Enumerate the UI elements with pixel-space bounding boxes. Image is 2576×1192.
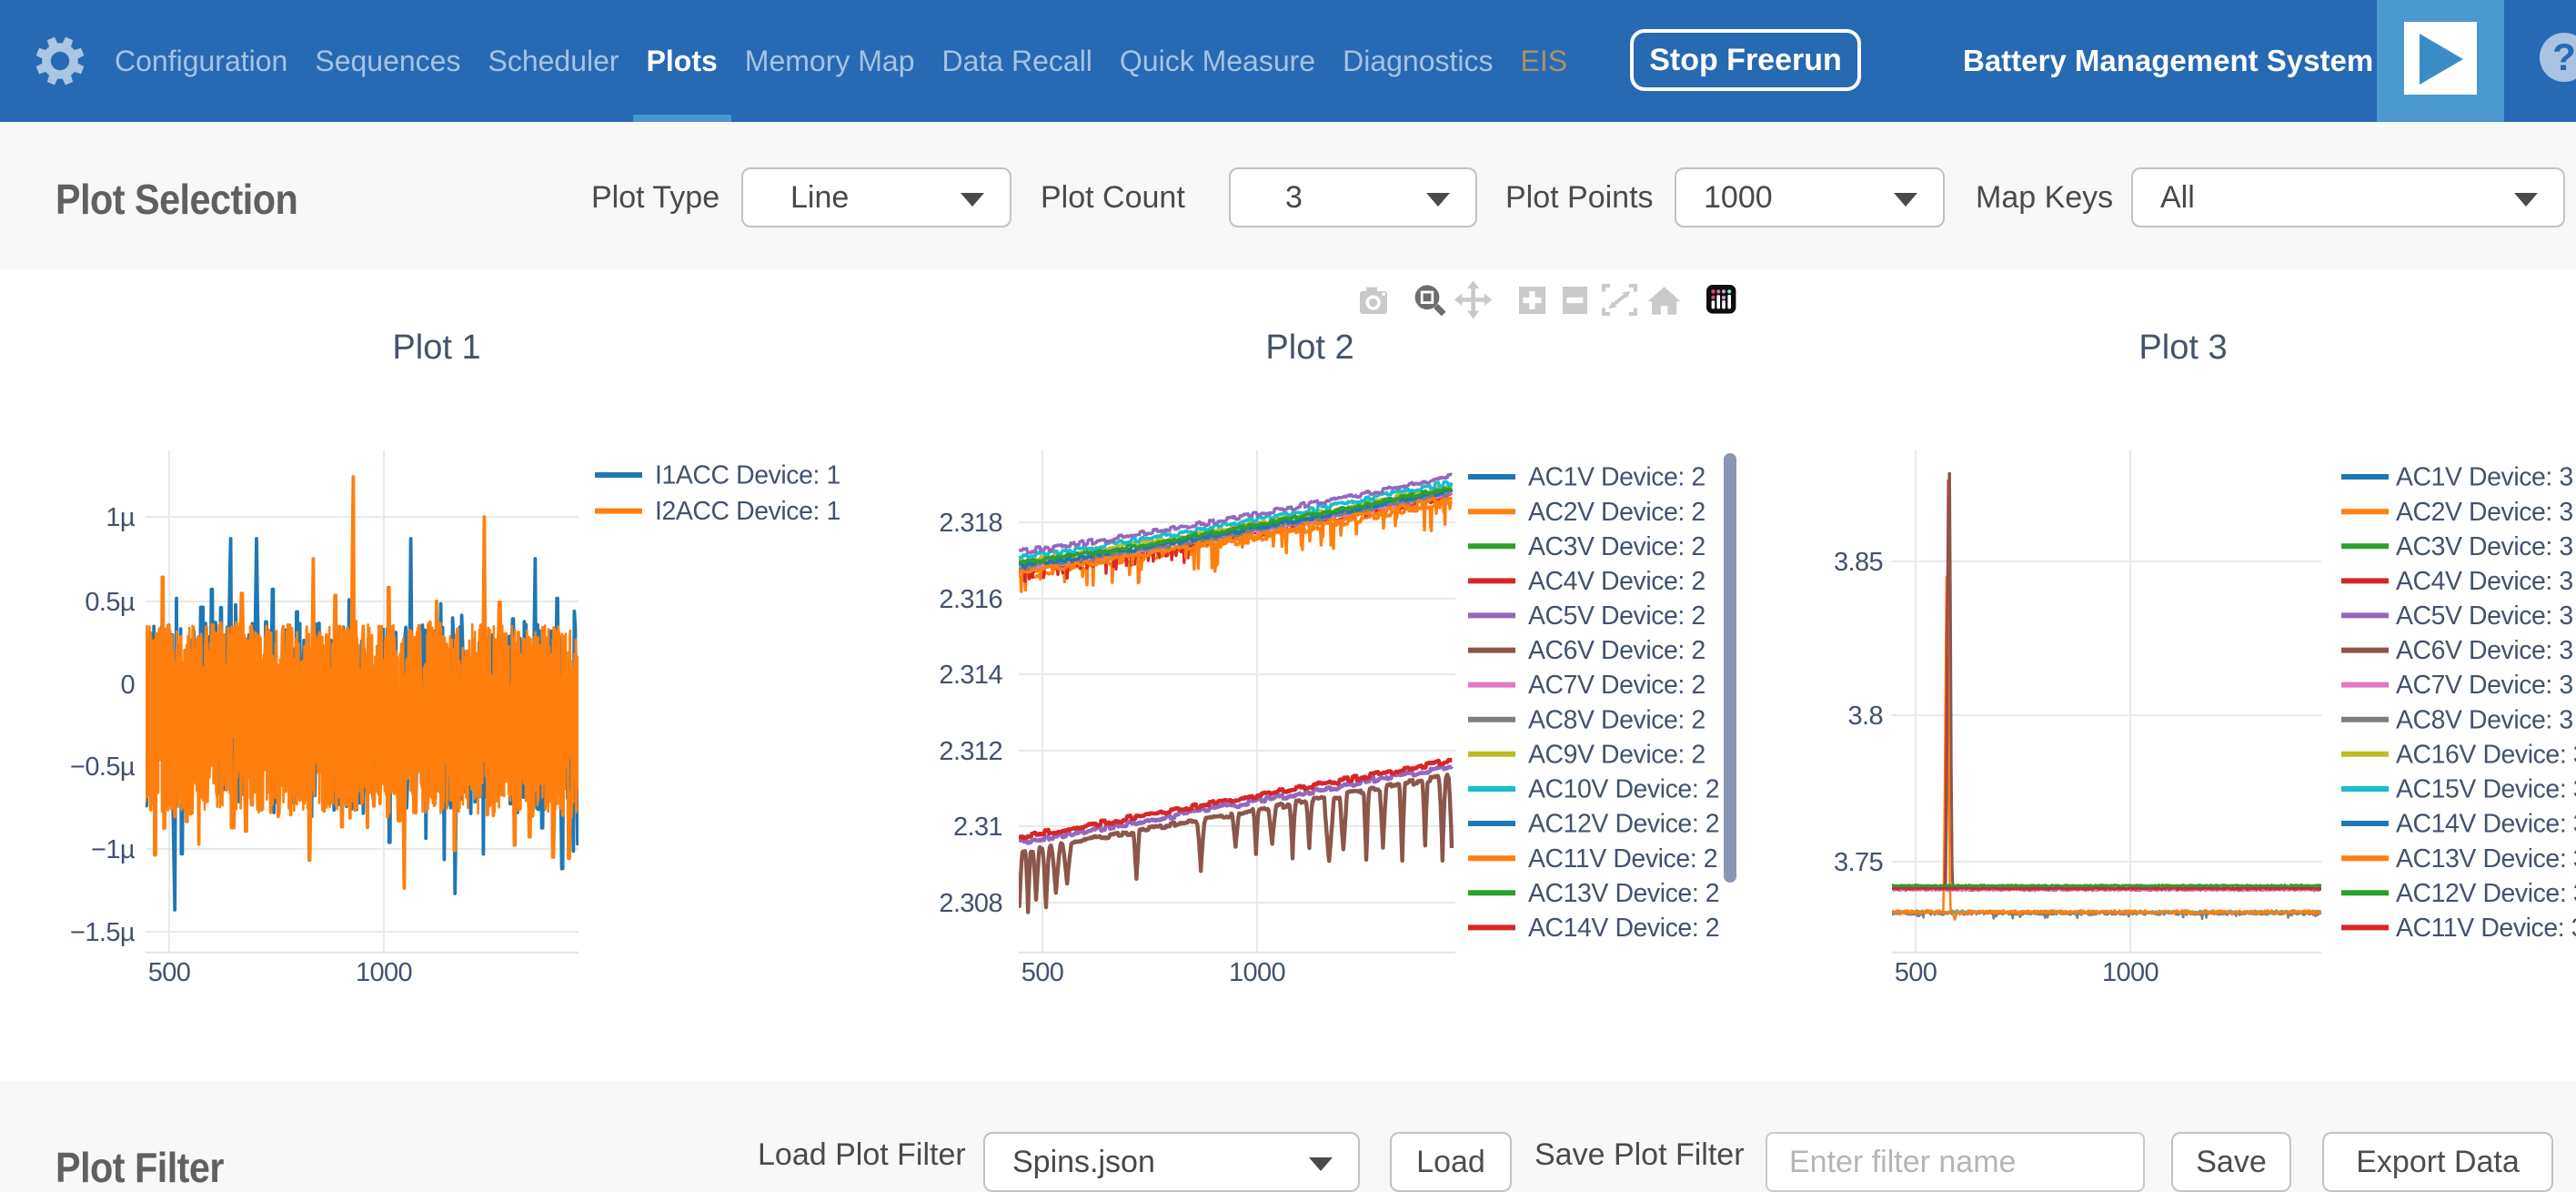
svg-text:AC16V Device: 3: AC16V Device: 3 <box>2396 740 2576 769</box>
svg-text:AC11V Device: 3: AC11V Device: 3 <box>2396 914 2576 943</box>
svg-text:−0.5µ: −0.5µ <box>70 753 136 782</box>
svg-text:2.312: 2.312 <box>939 737 1002 766</box>
svg-text:AC3V Device: 2: AC3V Device: 2 <box>1528 532 1706 561</box>
svg-text:1000: 1000 <box>1229 958 1285 987</box>
svg-text:1µ: 1µ <box>106 503 136 532</box>
svg-text:Plot 2: Plot 2 <box>1265 328 1353 367</box>
svg-text:AC14V Device: 2: AC14V Device: 2 <box>1528 914 1719 943</box>
svg-text:AC12V Device: 2: AC12V Device: 2 <box>1528 810 1719 839</box>
svg-text:Plot 3: Plot 3 <box>2138 328 2227 367</box>
svg-text:AC6V Device: 3: AC6V Device: 3 <box>2396 636 2573 665</box>
svg-text:AC1V Device: 3: AC1V Device: 3 <box>2396 463 2573 492</box>
svg-text:1000: 1000 <box>356 958 412 987</box>
svg-text:AC15V Device: 3: AC15V Device: 3 <box>2396 775 2576 804</box>
svg-text:I1ACC Device: 1: I1ACC Device: 1 <box>655 461 840 490</box>
svg-text:AC7V Device: 3: AC7V Device: 3 <box>2396 671 2573 700</box>
svg-text:AC8V Device: 2: AC8V Device: 2 <box>1528 705 1706 734</box>
svg-text:1000: 1000 <box>2102 958 2158 987</box>
svg-text:2.31: 2.31 <box>953 813 1002 842</box>
svg-text:AC14V Device: 3: AC14V Device: 3 <box>2396 810 2576 839</box>
svg-text:AC3V Device: 3: AC3V Device: 3 <box>2396 532 2573 561</box>
svg-text:AC13V Device: 3: AC13V Device: 3 <box>2396 844 2576 874</box>
svg-text:500: 500 <box>148 958 191 987</box>
svg-text:AC2V Device: 2: AC2V Device: 2 <box>1528 498 1706 527</box>
svg-text:AC8V Device: 3: AC8V Device: 3 <box>2396 705 2573 734</box>
svg-text:0.5µ: 0.5µ <box>85 588 136 617</box>
svg-text:AC2V Device: 3: AC2V Device: 3 <box>2396 498 2573 527</box>
svg-text:I2ACC Device: 1: I2ACC Device: 1 <box>655 497 840 526</box>
svg-text:AC10V Device: 2: AC10V Device: 2 <box>1528 775 1719 804</box>
svg-text:2.318: 2.318 <box>939 509 1002 538</box>
svg-text:2.308: 2.308 <box>939 889 1002 918</box>
svg-text:AC4V Device: 2: AC4V Device: 2 <box>1528 567 1706 596</box>
svg-text:AC1V Device: 2: AC1V Device: 2 <box>1528 463 1706 492</box>
svg-text:−1µ: −1µ <box>91 835 136 864</box>
svg-text:AC5V Device: 2: AC5V Device: 2 <box>1528 601 1706 631</box>
svg-text:2.316: 2.316 <box>939 585 1002 614</box>
svg-text:AC4V Device: 3: AC4V Device: 3 <box>2396 567 2573 596</box>
svg-text:2.314: 2.314 <box>939 661 1002 690</box>
svg-text:Plot 1: Plot 1 <box>392 328 480 367</box>
svg-text:−1.5µ: −1.5µ <box>70 918 136 947</box>
svg-text:500: 500 <box>1021 958 1064 987</box>
svg-text:500: 500 <box>1895 958 1937 987</box>
svg-text:3.75: 3.75 <box>1834 848 1883 877</box>
svg-text:3.85: 3.85 <box>1834 548 1883 577</box>
svg-text:AC13V Device: 2: AC13V Device: 2 <box>1528 879 1719 908</box>
svg-text:AC5V Device: 3: AC5V Device: 3 <box>2396 601 2573 631</box>
svg-text:AC7V Device: 2: AC7V Device: 2 <box>1528 671 1706 700</box>
svg-text:AC11V Device: 2: AC11V Device: 2 <box>1528 844 1717 874</box>
svg-text:AC6V Device: 2: AC6V Device: 2 <box>1528 636 1706 665</box>
svg-text:3.8: 3.8 <box>1847 702 1883 731</box>
svg-text:AC9V Device: 2: AC9V Device: 2 <box>1528 740 1706 769</box>
svg-text:0: 0 <box>120 671 135 700</box>
svg-text:AC12V Device: 3: AC12V Device: 3 <box>2396 879 2576 908</box>
